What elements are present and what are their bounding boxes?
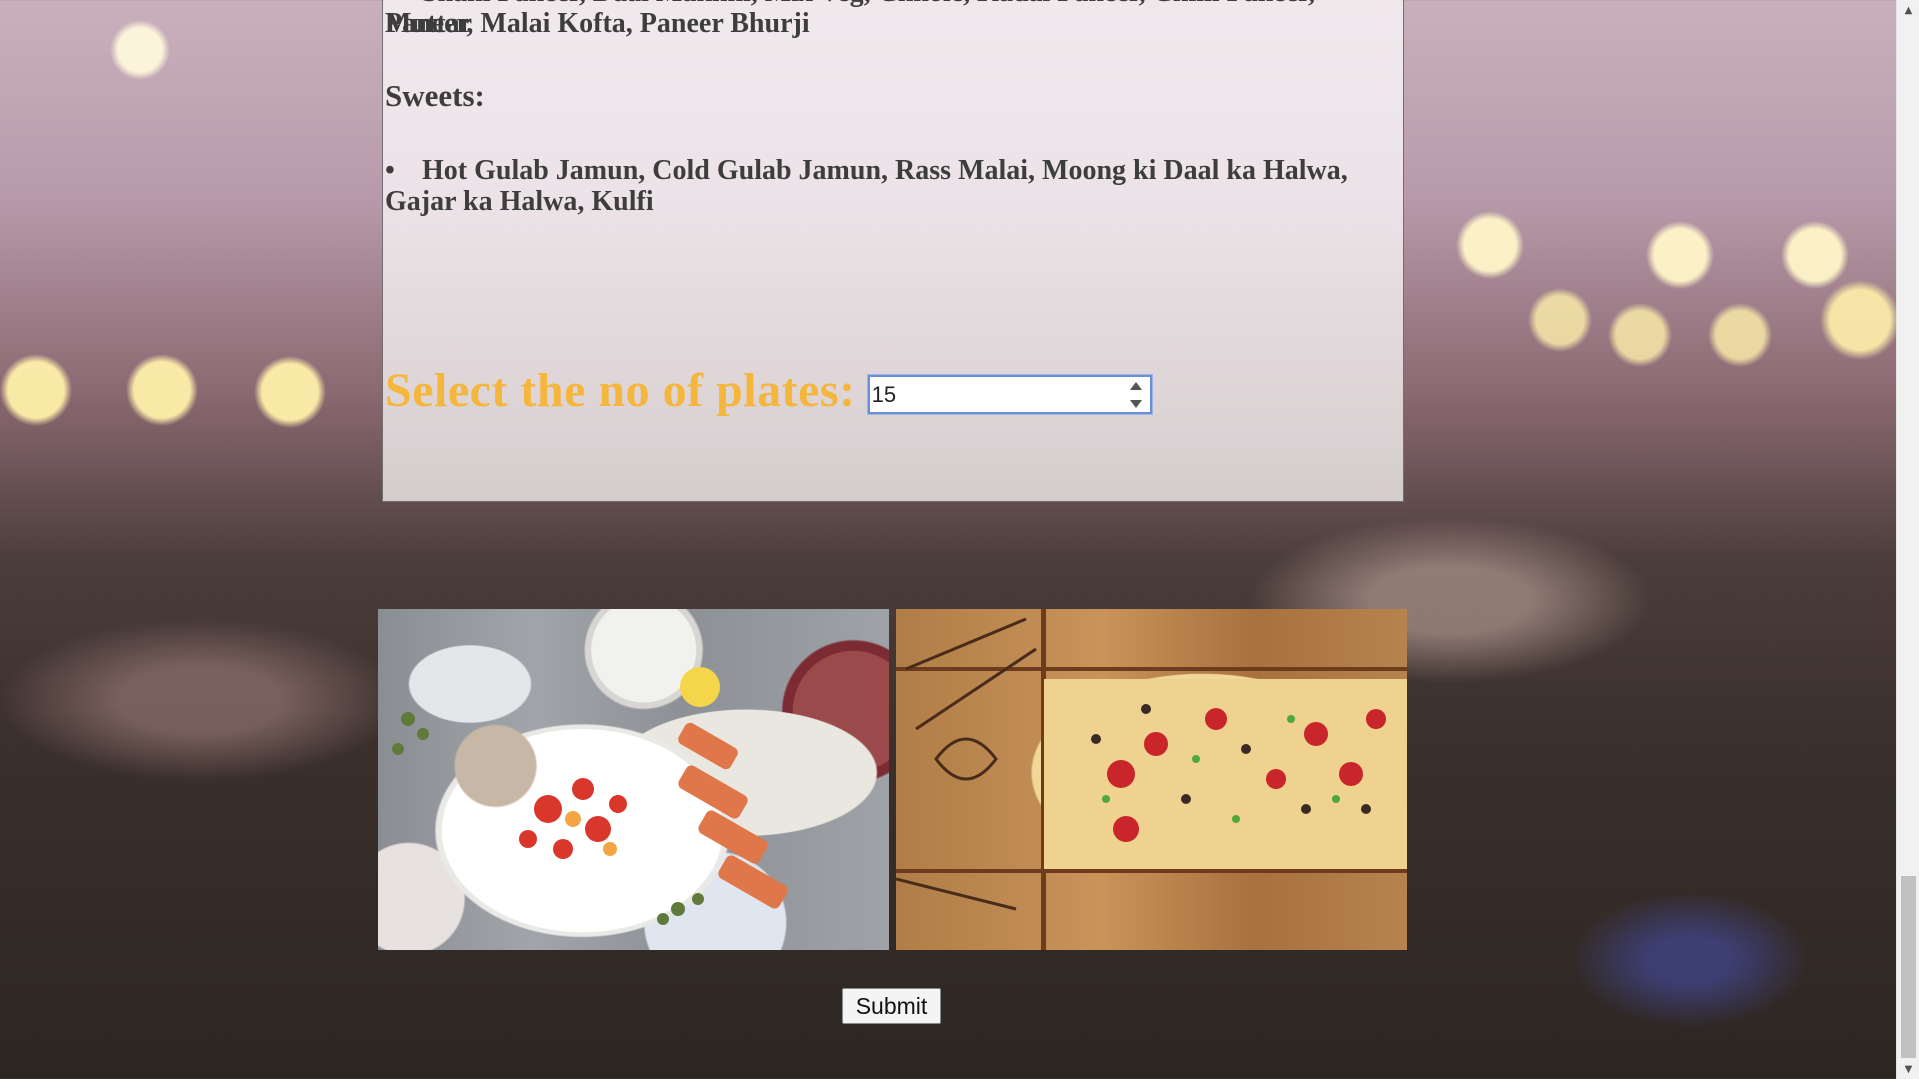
decrement-arrow-icon[interactable] [1129,400,1142,408]
mac-and-cheese-image [896,609,1407,950]
increment-arrow-icon[interactable] [1129,382,1142,390]
main-course-items-line2: Paneer, Malai Kofta, Paneer Bhurji [385,8,810,39]
bullet: • [385,155,395,186]
scroll-up-icon[interactable]: ▲ [1897,0,1919,20]
scroll-thumb[interactable] [1901,876,1916,1058]
sweets-heading: Sweets: [385,78,485,113]
sweets-list-item: • Hot Gulab Jamun, Cold Gulab Jamun, Rass… [385,155,1401,217]
plates-selector: Select the no of plates: [385,363,1152,418]
plates-label: Select the no of plates: [385,364,856,417]
food-spread-image [378,609,889,950]
plates-stepper[interactable] [867,375,1152,414]
vertical-scrollbar[interactable]: ▲ ▼ [1896,0,1919,1079]
food-spread-graphic [392,667,788,925]
submit-button[interactable]: Submit [842,988,941,1024]
spinner[interactable] [1128,382,1144,408]
mac-and-cheese-graphic [896,617,1407,911]
scroll-down-icon[interactable]: ▼ [1897,1059,1919,1079]
sweets-items-text: Hot Gulab Jamun, Cold Gulab Jamun, Rass … [385,155,1348,217]
plates-input[interactable] [869,377,1150,412]
menu-panel: •Shahi Paneer, Daal Makhni, Mix Veg, Chh… [382,0,1404,502]
bullet: • [385,0,422,8]
